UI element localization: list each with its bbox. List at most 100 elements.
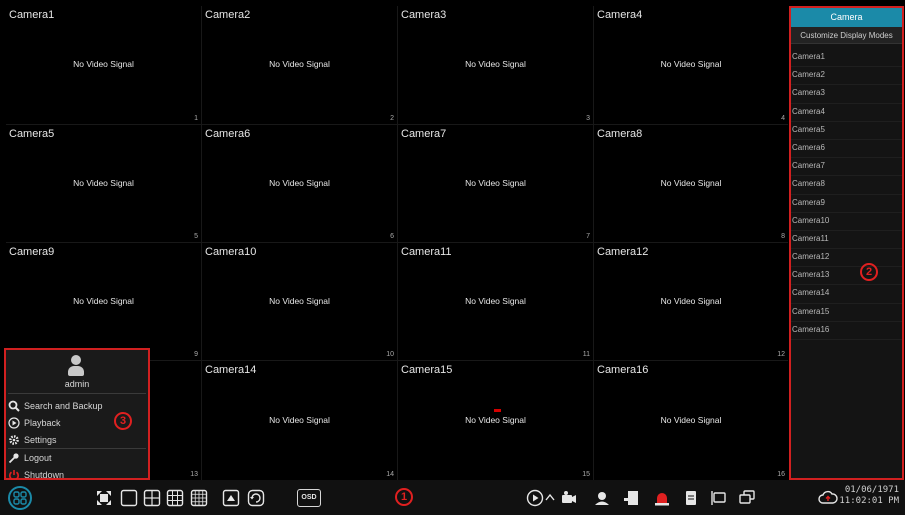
start-menu-button[interactable] bbox=[8, 486, 32, 510]
camera-tile[interactable]: Camera15 No Video Signal 15 bbox=[398, 361, 593, 480]
network-button[interactable] bbox=[710, 489, 728, 507]
no-signal-text: No Video Signal bbox=[269, 177, 330, 188]
menu-item-settings[interactable]: Settings bbox=[6, 431, 148, 448]
tab-customize-display-modes[interactable]: Customize Display Modes bbox=[791, 27, 902, 44]
camera-tile-title: Camera2 bbox=[205, 9, 251, 21]
camera-tile-title: Camera1 bbox=[9, 9, 55, 21]
no-signal-text: No Video Signal bbox=[465, 177, 526, 188]
username-label: admin bbox=[64, 379, 90, 389]
camera-list-item[interactable]: Camera14 bbox=[791, 285, 902, 304]
refresh-icon bbox=[247, 489, 265, 507]
no-signal-text: No Video Signal bbox=[465, 414, 526, 425]
camera-tile[interactable]: Camera3 No Video Signal 3 bbox=[398, 6, 593, 124]
camera-list-item[interactable]: Camera3 bbox=[791, 85, 902, 104]
camera-list-item[interactable]: Camera2 bbox=[791, 67, 902, 86]
camera-tile-title: Camera8 bbox=[597, 128, 643, 140]
disk-button[interactable] bbox=[682, 489, 700, 507]
annotation-badge-1: 1 bbox=[395, 488, 413, 506]
start-menu-icon bbox=[13, 491, 27, 505]
camera-tile[interactable]: Camera5 No Video Signal 5 bbox=[6, 125, 201, 242]
camera-list-item[interactable]: Camera13 bbox=[791, 267, 902, 286]
camera-tile[interactable]: Camera16 No Video Signal 16 bbox=[594, 361, 788, 480]
camera-tile-number: 3 bbox=[586, 115, 590, 122]
osd-button[interactable]: OSD bbox=[297, 489, 321, 507]
camera-tile-number: 5 bbox=[194, 233, 198, 240]
date-label: 01/06/1971 bbox=[844, 485, 899, 495]
datetime-display: 01/06/1971 11:02:01 PM bbox=[839, 485, 899, 507]
tab-camera[interactable]: Camera bbox=[791, 8, 902, 27]
sequence-icon bbox=[222, 489, 240, 507]
camera-list: Camera1 Camera2 Camera3 Camera4 Camera5 Camer… bbox=[791, 44, 902, 340]
menu-item-logout[interactable]: Logout bbox=[6, 449, 148, 466]
camera-tile[interactable]: Camera9 No Video Signal 9 bbox=[6, 243, 201, 360]
camera-tile-title: Camera11 bbox=[401, 246, 452, 258]
camera-list-item[interactable]: Camera16 bbox=[791, 322, 902, 340]
camera-tile[interactable]: Camera8 No Video Signal 8 bbox=[594, 125, 788, 242]
layout-16-icon bbox=[190, 489, 208, 507]
camera-tile[interactable]: Camera14 No Video Signal 14 bbox=[202, 361, 397, 480]
camera-tile-number: 1 bbox=[194, 115, 198, 122]
camera-list-item[interactable]: Camera4 bbox=[791, 104, 902, 122]
camera-list-item[interactable]: Camera1 bbox=[791, 49, 902, 68]
refresh-button[interactable] bbox=[247, 489, 265, 507]
camera-list-item[interactable]: Camera10 bbox=[791, 213, 902, 231]
camera-tile-number: 11 bbox=[582, 351, 590, 358]
camera-list-item[interactable]: Camera5 bbox=[791, 122, 902, 140]
menu-item-search-backup[interactable]: Search and Backup bbox=[6, 397, 148, 414]
camera-tile-title: Camera16 bbox=[597, 364, 649, 376]
camera-tile-title: Camera14 bbox=[205, 364, 257, 376]
camera-list-item[interactable]: Camera7 bbox=[791, 158, 902, 177]
layout-1-button[interactable] bbox=[120, 489, 138, 507]
menu-item-logout-label: Logout bbox=[24, 452, 52, 463]
no-signal-text: No Video Signal bbox=[660, 177, 722, 188]
camera-tile[interactable]: Camera6 No Video Signal 6 bbox=[202, 125, 397, 242]
camera-record-icon bbox=[562, 491, 576, 503]
alarm-button[interactable] bbox=[653, 489, 671, 507]
no-signal-text: No Video Signal bbox=[269, 414, 330, 425]
camera-list-item[interactable]: Camera15 bbox=[791, 304, 902, 322]
camera-tile-number: 4 bbox=[781, 115, 785, 122]
playback-button[interactable] bbox=[526, 489, 544, 507]
camera-tile[interactable]: Camera1 No Video Signal 1 bbox=[6, 6, 201, 124]
expand-button[interactable] bbox=[544, 489, 556, 507]
sequence-button[interactable] bbox=[222, 489, 240, 507]
key-icon bbox=[8, 452, 20, 464]
no-signal-text: No Video Signal bbox=[269, 59, 330, 69]
camera-tile-title: Camera9 bbox=[9, 246, 55, 258]
no-signal-text: No Video Signal bbox=[465, 59, 526, 69]
camera-tile[interactable]: Camera10 No Video Signal 10 bbox=[202, 243, 397, 360]
camera-list-item[interactable]: Camera11 bbox=[791, 231, 902, 250]
camera-tile[interactable]: Camera4 No Video Signal 4 bbox=[594, 6, 788, 124]
camera-record-button[interactable] bbox=[560, 489, 578, 507]
cloud-upgrade-button[interactable] bbox=[818, 488, 838, 508]
layout-9-button[interactable] bbox=[166, 489, 184, 507]
search-icon bbox=[8, 400, 20, 412]
camera-list-item[interactable]: Camera9 bbox=[791, 195, 902, 213]
dual-screen-button[interactable] bbox=[738, 489, 756, 507]
layout-9-icon bbox=[166, 489, 184, 507]
camera-tile-number: 2 bbox=[390, 115, 394, 122]
camera-tile[interactable]: Camera12 No Video Signal 12 bbox=[594, 243, 788, 360]
camera-tile-title: Camera15 bbox=[401, 364, 453, 376]
face-detection-button[interactable] bbox=[593, 489, 611, 507]
camera-tile[interactable]: Camera2 No Video Signal 2 bbox=[202, 6, 397, 124]
camera-tile[interactable]: Camera11 No Video Signal 11 bbox=[398, 243, 593, 360]
manual-record-button[interactable] bbox=[622, 489, 640, 507]
camera-list-item[interactable]: Camera8 bbox=[791, 176, 902, 195]
camera-tile-title: Camera3 bbox=[401, 9, 447, 21]
layout-4-button[interactable] bbox=[143, 489, 161, 507]
layout-16-button[interactable] bbox=[190, 489, 208, 507]
camera-tile-number: 15 bbox=[582, 471, 590, 478]
fullscreen-button[interactable] bbox=[95, 489, 113, 507]
camera-tile-number: 9 bbox=[194, 351, 198, 358]
menu-item-shutdown-label: Shutdown bbox=[24, 469, 65, 480]
camera-tile[interactable]: Camera7 No Video Signal 7 bbox=[398, 125, 593, 242]
camera-list-item[interactable]: Camera12 bbox=[791, 249, 902, 268]
no-signal-text: No Video Signal bbox=[269, 295, 330, 306]
camera-list-item[interactable]: Camera6 bbox=[791, 140, 902, 159]
camera-tile-title: Camera10 bbox=[205, 246, 257, 258]
no-signal-text: No Video Signal bbox=[73, 177, 134, 188]
menu-item-search-label: Search and Backup bbox=[24, 400, 103, 411]
no-signal-text: No Video Signal bbox=[660, 295, 722, 306]
camera-tile-number: 6 bbox=[390, 233, 394, 240]
